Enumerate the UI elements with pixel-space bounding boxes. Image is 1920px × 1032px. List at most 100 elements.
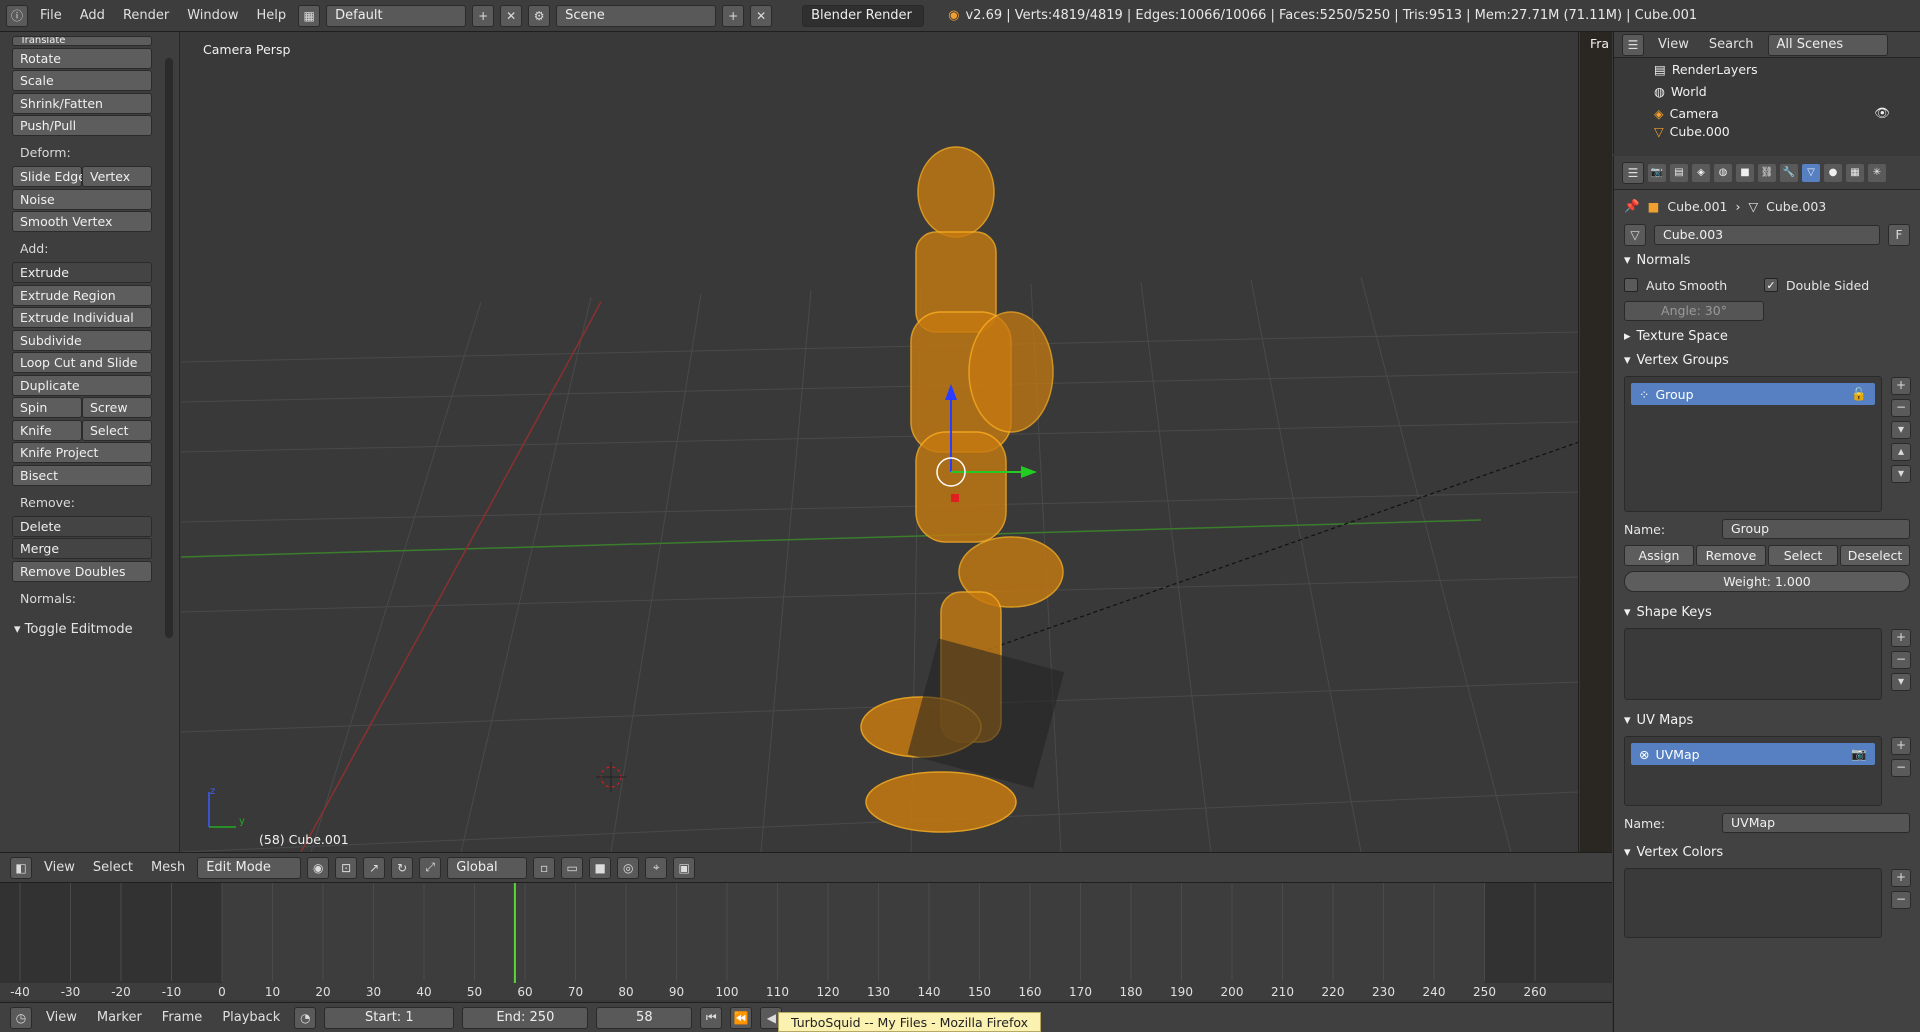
- smooth-vertex-button[interactable]: Smooth Vertex: [12, 211, 152, 232]
- auto-smooth-checkbox[interactable]: [1624, 278, 1638, 292]
- editor-type-icon[interactable]: ◧: [10, 856, 32, 879]
- outliner-item-cube[interactable]: ▽ Cube.000: [1614, 124, 1920, 138]
- push-pull-button[interactable]: Push/Pull: [12, 115, 152, 136]
- menu-mesh[interactable]: Mesh: [145, 860, 191, 875]
- slide-vertex-button[interactable]: Vertex: [82, 166, 152, 187]
- outliner-item-world[interactable]: ◍ World: [1614, 80, 1920, 102]
- add-scene-icon[interactable]: +: [722, 4, 745, 27]
- mesh-data-tab-icon[interactable]: ▽: [1802, 163, 1820, 182]
- manipulator-rotate-icon[interactable]: ↻: [391, 856, 414, 879]
- timeline-menu-playback[interactable]: Playback: [216, 1010, 286, 1025]
- menu-render[interactable]: Render: [117, 8, 175, 23]
- world-tab-icon[interactable]: ◍: [1714, 163, 1732, 182]
- current-frame-field[interactable]: 58: [596, 1006, 693, 1029]
- shrink-fatten-button[interactable]: Shrink/Fatten: [12, 92, 152, 114]
- timeline-menu-view[interactable]: View: [40, 1010, 83, 1025]
- normals-panel-header[interactable]: ▾ Normals: [1614, 248, 1920, 272]
- render-preview-icon[interactable]: ▣: [673, 856, 696, 879]
- scene-tab-icon[interactable]: ◈: [1692, 163, 1710, 182]
- extrude-individual-button[interactable]: Extrude Individual: [12, 307, 152, 328]
- uv-render-icon[interactable]: 📷: [1851, 746, 1867, 762]
- deselect-button[interactable]: Deselect: [1840, 544, 1910, 566]
- pivot-icon[interactable]: ⊡: [335, 856, 358, 879]
- spin-button[interactable]: Spin: [12, 397, 82, 418]
- render-engine-select[interactable]: Blender Render: [802, 4, 925, 27]
- extrude-button[interactable]: Extrude: [12, 262, 152, 283]
- snap-icon[interactable]: ⌖: [645, 856, 668, 879]
- double-sided-checkbox[interactable]: ✓: [1764, 278, 1778, 292]
- menu-help[interactable]: Help: [250, 8, 292, 23]
- add-vertex-group-button[interactable]: +: [1891, 377, 1911, 395]
- texture-space-panel-header[interactable]: ▸ Texture Space: [1614, 324, 1920, 348]
- translate-button[interactable]: Translate: [12, 36, 152, 46]
- outliner-item-camera[interactable]: ◈ Camera 👁: [1614, 102, 1920, 124]
- timeline-menu-marker[interactable]: Marker: [91, 1010, 148, 1025]
- jump-start-icon[interactable]: ⏮: [700, 1006, 723, 1029]
- outliner-menu-search[interactable]: Search: [1703, 37, 1760, 52]
- proportional-edit-icon[interactable]: ◎: [617, 856, 640, 879]
- timeline[interactable]: -40 -30 -20 -10 0 10 20 30 40 50 60 70 80 90 100 110 120…: [0, 882, 1612, 1000]
- rotate-button[interactable]: Rotate: [12, 47, 152, 69]
- vertex-group-name-field[interactable]: Group: [1722, 519, 1910, 539]
- lock-icon[interactable]: 🔓: [1851, 386, 1867, 402]
- info-editor-icon[interactable]: ⓘ: [6, 4, 28, 27]
- manipulator-translate-icon[interactable]: ↗: [363, 856, 386, 879]
- uv-map-item[interactable]: ⊗ UVMap 📷: [1631, 743, 1875, 765]
- visibility-eye-icon[interactable]: 👁: [1874, 105, 1890, 121]
- modifiers-tab-icon[interactable]: 🔧: [1780, 163, 1798, 182]
- material-tab-icon[interactable]: ●: [1824, 163, 1842, 182]
- assign-button[interactable]: Assign: [1624, 544, 1694, 566]
- duplicate-button[interactable]: Duplicate: [12, 374, 152, 396]
- outliner-item-renderlayers[interactable]: ▤ RenderLayers: [1614, 58, 1920, 80]
- object-tab-icon[interactable]: ■: [1736, 163, 1754, 182]
- menu-file[interactable]: File: [34, 8, 68, 23]
- scene-icon[interactable]: ⚙: [528, 4, 551, 27]
- noise-button[interactable]: Noise: [12, 188, 152, 210]
- mesh-name-field[interactable]: Cube.003: [1654, 225, 1880, 245]
- outliner-filter-select[interactable]: All Scenes: [1767, 33, 1888, 56]
- extrude-region-button[interactable]: Extrude Region: [12, 284, 152, 306]
- jump-key-back-icon[interactable]: ⏪: [730, 1006, 753, 1029]
- screw-button[interactable]: Screw: [82, 397, 152, 418]
- vertex-group-specials-button[interactable]: ▾: [1891, 421, 1911, 439]
- bisect-button[interactable]: Bisect: [12, 464, 152, 486]
- shape-keys-list[interactable]: + − ▾: [1624, 628, 1911, 700]
- mode-select[interactable]: Edit Mode: [197, 856, 302, 879]
- remove-scene-icon[interactable]: ✕: [750, 4, 773, 27]
- mesh-browse-icon[interactable]: ▽: [1624, 224, 1646, 246]
- texture-tab-icon[interactable]: ▦: [1846, 163, 1864, 182]
- outliner-editor-icon[interactable]: ☰: [1622, 33, 1644, 56]
- uv-maps-panel-header[interactable]: ▾ UV Maps: [1614, 708, 1920, 732]
- add-uv-map-button[interactable]: +: [1891, 737, 1911, 755]
- face-select-icon[interactable]: ■: [589, 856, 612, 879]
- properties-editor-icon[interactable]: ☰: [1622, 161, 1644, 184]
- vertex-groups-panel-header[interactable]: ▾ Vertex Groups: [1614, 348, 1920, 372]
- knife-select-button[interactable]: Select: [82, 419, 152, 441]
- timeline-menu-frame[interactable]: Frame: [156, 1010, 209, 1025]
- vertex-colors-panel-header[interactable]: ▾ Vertex Colors: [1614, 840, 1920, 864]
- move-down-button[interactable]: ▾: [1891, 465, 1911, 483]
- menu-window[interactable]: Window: [181, 8, 244, 23]
- particles-tab-icon[interactable]: ✳: [1868, 163, 1886, 182]
- vertex-select-icon[interactable]: ▫: [533, 856, 556, 879]
- knife-project-button[interactable]: Knife Project: [12, 442, 152, 463]
- menu-add[interactable]: Add: [74, 8, 111, 23]
- shading-icon[interactable]: ◉: [307, 856, 330, 879]
- render-tab-icon[interactable]: 📷: [1648, 163, 1666, 182]
- toolshelf-scrollbar[interactable]: [165, 58, 173, 638]
- weight-slider[interactable]: Weight: 1.000: [1624, 570, 1910, 592]
- shape-keys-panel-header[interactable]: ▾ Shape Keys: [1614, 600, 1920, 624]
- scene-field[interactable]: Scene: [556, 4, 717, 27]
- shape-key-specials-button[interactable]: ▾: [1891, 673, 1911, 691]
- add-vertex-color-button[interactable]: +: [1891, 869, 1911, 887]
- angle-field[interactable]: Angle: 30°: [1624, 301, 1764, 321]
- select-button[interactable]: Select: [1768, 544, 1838, 566]
- 3d-viewport[interactable]: Camera Persp (58) Cube.001 z y: [181, 32, 1579, 852]
- menu-view[interactable]: View: [38, 860, 81, 875]
- preview-range-icon[interactable]: ◔: [294, 1006, 317, 1029]
- outliner-menu-view[interactable]: View: [1652, 37, 1695, 52]
- remove-vertex-color-button[interactable]: −: [1891, 891, 1911, 909]
- manipulator-scale-icon[interactable]: ⤢: [419, 856, 442, 879]
- screen-layout-field[interactable]: Default: [326, 4, 467, 27]
- orientation-select[interactable]: Global: [447, 856, 528, 879]
